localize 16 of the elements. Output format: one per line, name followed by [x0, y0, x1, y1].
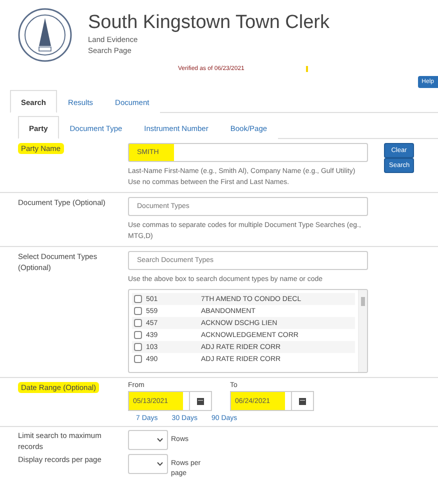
- checkbox[interactable]: [134, 355, 142, 363]
- calendar-icon: [197, 398, 204, 404]
- checkbox[interactable]: [134, 343, 142, 351]
- checkbox[interactable]: [134, 331, 142, 339]
- highlight-mark: [306, 66, 308, 72]
- seal-logo: [18, 8, 72, 62]
- calendar-icon: [299, 398, 306, 404]
- chevron-down-icon: [157, 438, 163, 442]
- chevron-down-icon: [157, 462, 163, 466]
- scrollbar[interactable]: [358, 290, 367, 372]
- calendar-button[interactable]: [190, 391, 212, 411]
- checkbox[interactable]: [134, 295, 142, 303]
- checkbox[interactable]: [134, 307, 142, 315]
- checkbox[interactable]: [134, 319, 142, 327]
- page-title: South Kingstown Town Clerk: [88, 12, 330, 34]
- calendar-button[interactable]: [292, 391, 314, 411]
